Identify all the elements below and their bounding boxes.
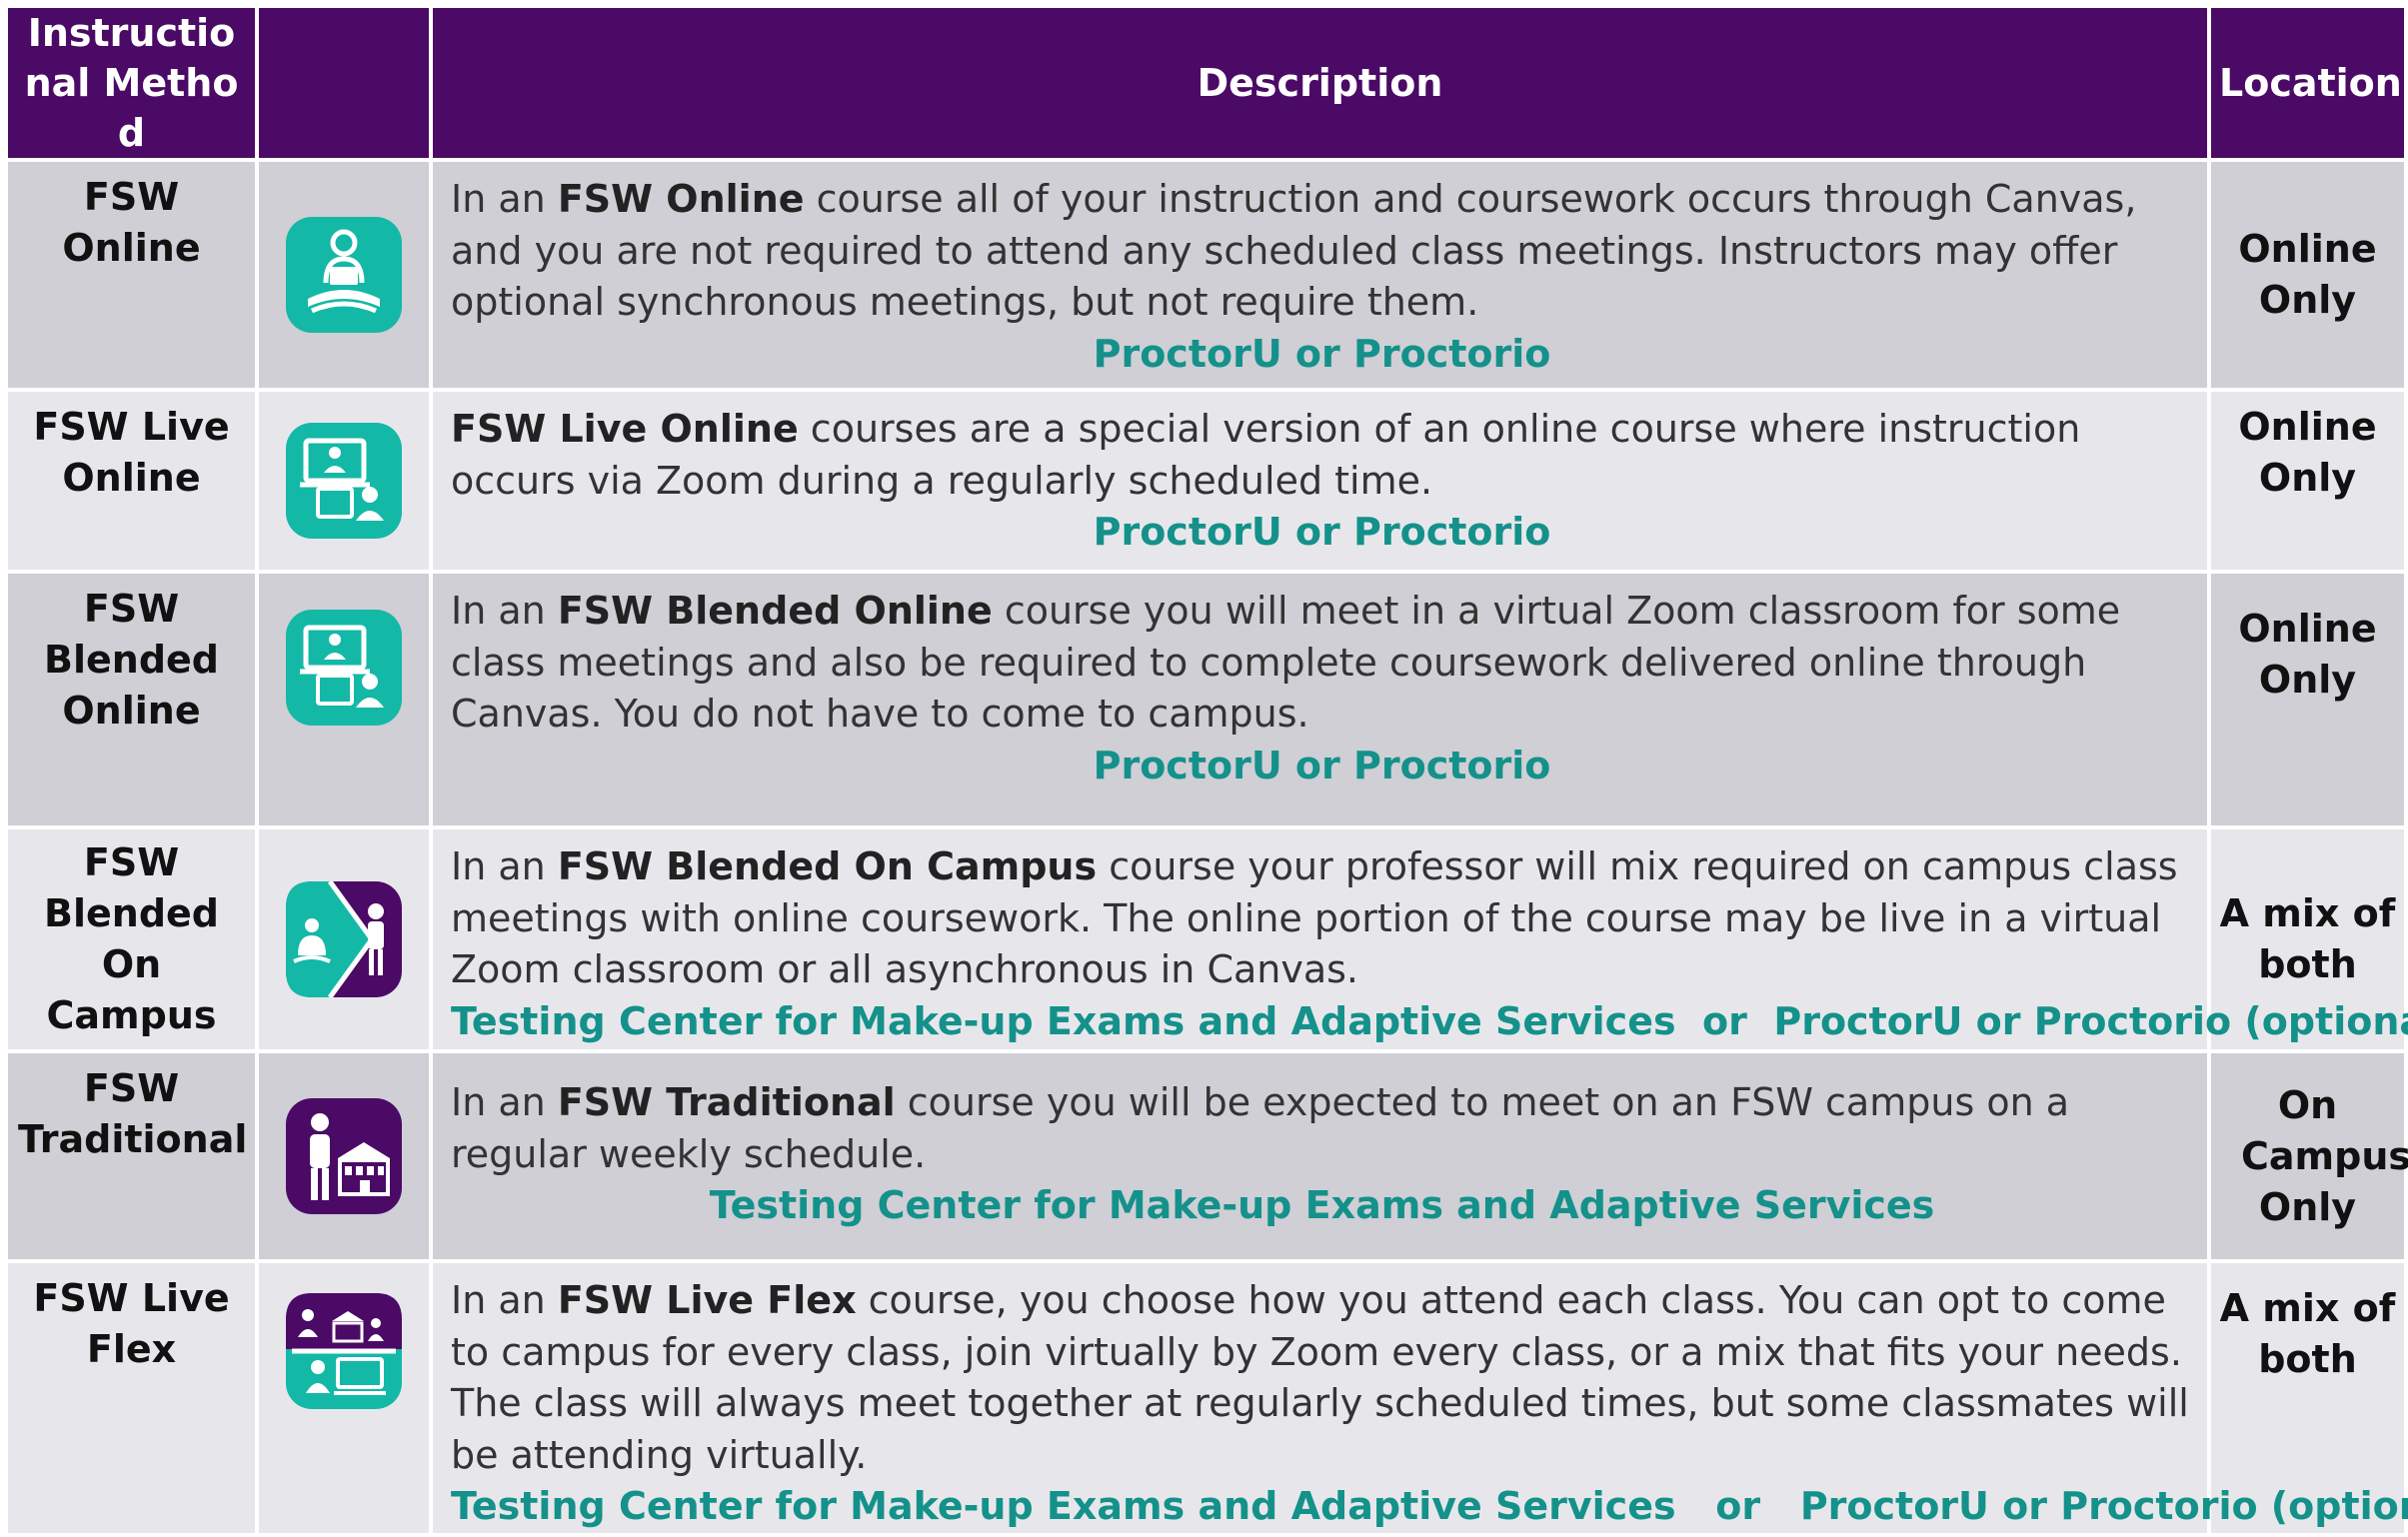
table-row: FSW Online In an FSW Online course all o… bbox=[8, 162, 2404, 388]
description-cell: In an FSW Blended Online course you will… bbox=[433, 574, 2207, 825]
method-bold: FSW Live Online bbox=[451, 407, 799, 451]
student-campus-building-icon bbox=[286, 1098, 402, 1214]
method-name: FSW Live Online bbox=[8, 392, 255, 570]
table-row: FSW Live Online FSW Live Online courses … bbox=[8, 392, 2404, 570]
method-name: FSW Blended Online bbox=[8, 574, 255, 825]
testing-option: Testing Center for Make-up Exams and Ada… bbox=[709, 1183, 1935, 1227]
location-cell: On Campus Only bbox=[2211, 1053, 2408, 1259]
method-bold: FSW Blended On Campus bbox=[557, 844, 1098, 888]
description-cell: In an FSW Traditional course you will be… bbox=[433, 1053, 2207, 1259]
method-bold: FSW Blended Online bbox=[557, 589, 993, 633]
blended-campus-icon bbox=[286, 881, 402, 997]
description-text: In an FSW Blended Online course you will… bbox=[451, 589, 2121, 736]
header-row: Instructional Method Description Locatio… bbox=[8, 8, 2404, 158]
location-cell: A mix of both bbox=[2211, 1263, 2404, 1533]
virtual-classroom-icon bbox=[286, 610, 402, 726]
description-cell: In an FSW Online course all of your inst… bbox=[433, 162, 2207, 388]
description-cell: FSW Live Online courses are a special ve… bbox=[433, 392, 2207, 570]
method-bold: FSW Online bbox=[557, 177, 805, 221]
location-cell: Online Only bbox=[2211, 162, 2404, 388]
description-cell: In an FSW Blended On Campus course your … bbox=[433, 829, 2408, 1049]
instructional-methods-table: Instructional Method Description Locatio… bbox=[4, 4, 2408, 1537]
description-text: In an FSW Online course all of your inst… bbox=[451, 177, 2137, 324]
live-flex-icon bbox=[286, 1293, 402, 1409]
icon-cell bbox=[259, 392, 429, 570]
location-cell: Online Only bbox=[2211, 392, 2404, 570]
method-name: FSW Online bbox=[8, 162, 255, 388]
method-name: FSW Live Flex bbox=[8, 1263, 255, 1533]
icon-cell bbox=[259, 1053, 429, 1259]
header-icon bbox=[259, 8, 429, 158]
person-laptop-icon bbox=[286, 217, 402, 333]
testing-option: ProctorU or Proctorio bbox=[1093, 331, 1551, 376]
header-method: Instructional Method bbox=[8, 8, 255, 158]
description-text: In an FSW Blended On Campus course your … bbox=[451, 844, 2178, 991]
table-row: FSW Live Flex In an FSW Live Flex course… bbox=[8, 1263, 2408, 1533]
icon-cell bbox=[259, 829, 429, 1049]
method-bold: FSW Traditional bbox=[557, 1080, 896, 1124]
method-name: FSW Traditional bbox=[8, 1053, 255, 1259]
description-cell: In an FSW Live Flex course, you choose h… bbox=[433, 1263, 2408, 1533]
table-row: FSW Traditional In an FSW Traditional co… bbox=[8, 1053, 2408, 1259]
table-row: FSW Blended On Campus In an FSW Blended … bbox=[8, 829, 2408, 1049]
description-text: In an FSW Traditional course you will be… bbox=[451, 1080, 2070, 1176]
testing-option: Testing Center for Make-up Exams and Ada… bbox=[451, 998, 2408, 1043]
icon-cell bbox=[259, 162, 429, 388]
virtual-classroom-icon bbox=[286, 423, 402, 539]
icon-cell bbox=[259, 1263, 429, 1533]
icon-cell bbox=[259, 574, 429, 825]
location-cell: Online Only bbox=[2211, 574, 2404, 825]
description-text: FSW Live Online courses are a special ve… bbox=[451, 407, 2081, 503]
method-bold: FSW Live Flex bbox=[557, 1278, 857, 1322]
method-name: FSW Blended On Campus bbox=[8, 829, 255, 1049]
header-location: Location bbox=[2211, 8, 2404, 158]
testing-option: Testing Center for Make-up Exams and Ada… bbox=[451, 1484, 2408, 1528]
header-description: Description bbox=[433, 8, 2207, 158]
testing-option: ProctorU or Proctorio bbox=[1093, 743, 1551, 787]
description-text: In an FSW Live Flex course, you choose h… bbox=[451, 1278, 2189, 1477]
testing-option: ProctorU or Proctorio bbox=[1093, 510, 1551, 554]
table-row: FSW Blended Online In an FSW Blended Onl… bbox=[8, 574, 2404, 825]
